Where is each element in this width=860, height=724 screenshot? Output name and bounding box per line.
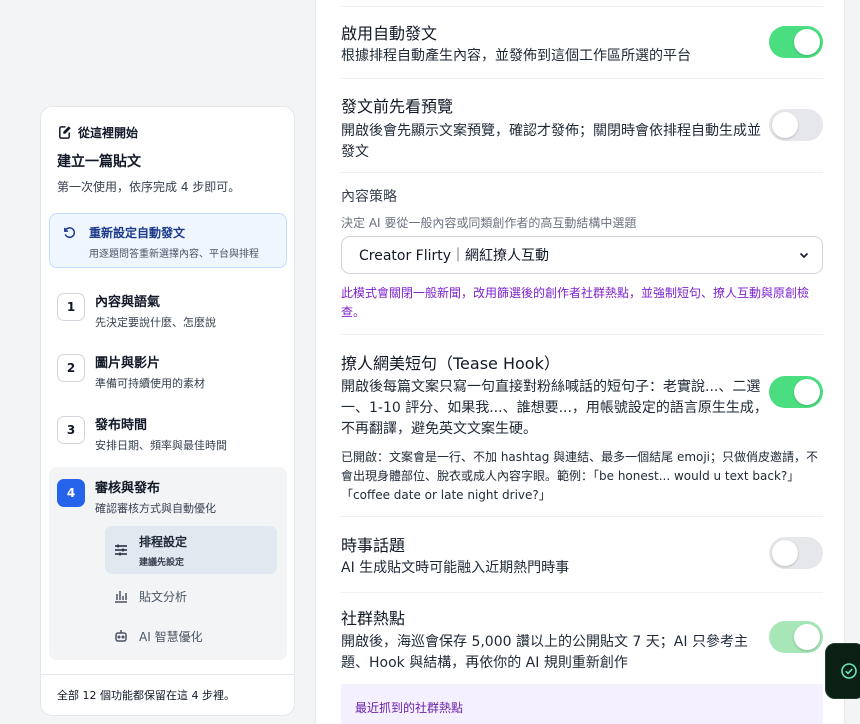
setting-desc: 開啟後每篇文案只寫一句直接對粉絲喊話的短句子：老實說...、二選一、1-10 評… xyxy=(341,379,768,437)
subitem-title: 排程設定 xyxy=(139,534,188,549)
check-circle-icon xyxy=(841,663,857,679)
setting-desc: AI 生成貼文時可能融入近期熱門時事 xyxy=(341,560,570,576)
subitem-title: AI 智慧優化 xyxy=(139,629,203,644)
step-desc: 安排日期、頻率與最佳時間 xyxy=(95,439,227,452)
subitem-schedule-settings[interactable]: 排程設定 建議先設定 xyxy=(105,526,277,574)
strategy-sub: 決定 AI 要從一般內容或同類創作者的高互動結構中選題 xyxy=(341,216,637,230)
divider xyxy=(341,592,823,593)
step-desc: 準備可持續使用的素材 xyxy=(95,377,205,390)
robot-icon xyxy=(115,630,127,642)
divider xyxy=(341,6,823,7)
onboarding-card: 從這裡開始 建立一篇貼文 第一次使用，依序完成 4 步即可。 重新設定自動發文 … xyxy=(40,106,295,716)
step-title: 圖片與影片 xyxy=(95,356,161,371)
onboarding-footer: 全部 12 個功能都保留在這 4 步裡。 xyxy=(41,674,294,715)
preview-toggle[interactable] xyxy=(769,109,823,141)
edit-doc-icon xyxy=(59,126,71,139)
reset-icon xyxy=(64,227,76,239)
page-subtitle: 第一次使用，依序完成 4 步即可。 xyxy=(57,180,241,194)
setting-auto-post: 啟用自動發文 根據排程自動產生內容，並發佈到這個工作區所選的平台 xyxy=(341,20,823,67)
setting-title: 發文前先看預覽 xyxy=(341,97,454,116)
setting-strategy: 內容策略 決定 AI 要從一般內容或同類創作者的高互動結構中選題 xyxy=(341,186,823,231)
setting-social-hot: 社群熱點 開啟後，海巡會保存 5,000 讚以上的公開貼文 7 天；AI 只參考… xyxy=(341,605,823,674)
divider xyxy=(341,172,823,173)
divider xyxy=(341,516,823,517)
reset-desc: 用逐題問答重新選擇內容、平台與排程 xyxy=(89,249,259,260)
subitem-title: 貼文分析 xyxy=(139,589,188,604)
reset-auto-post-button[interactable]: 重新設定自動發文 用逐題問答重新選擇內容、平台與排程 xyxy=(49,213,287,268)
setting-preview: 發文前先看預覽 開啟後會先顯示文案預覽，確認才發佈；關閉時會依排程自動生成並發文 xyxy=(341,93,823,163)
recent-hot-label: 最近抓到的社群熱點 xyxy=(355,701,464,715)
sliders-icon xyxy=(115,544,127,556)
step-title: 內容與語氣 xyxy=(95,295,161,310)
divider xyxy=(341,78,823,79)
strategy-note: 此模式會關閉一般新聞，改用篩選後的創作者社群熱點，並強制短句、撩人互動與原創檢查… xyxy=(341,286,810,319)
subitem-ai-optimize[interactable]: AI 智慧優化 xyxy=(105,612,277,660)
floating-action-button[interactable] xyxy=(825,643,860,699)
start-here-text: 從這裡開始 xyxy=(78,126,139,140)
divider xyxy=(341,334,823,335)
setting-title: 時事話題 xyxy=(341,536,406,555)
setting-title: 撩人網美短句（Tease Hook） xyxy=(341,354,560,373)
setting-desc: 開啟後會先顯示文案預覽，確認才發佈；關閉時會依排程自動生成並發文 xyxy=(341,123,761,160)
setting-tease-hook: 撩人網美短句（Tease Hook） 開啟後每篇文案只寫一句直接對粉絲喊話的短句… xyxy=(341,350,823,505)
auto-post-toggle[interactable] xyxy=(769,26,823,58)
step-media[interactable]: 2 圖片與影片 準備可持續使用的素材 xyxy=(57,352,282,391)
step-schedule[interactable]: 3 發布時間 安排日期、頻率與最佳時間 xyxy=(57,414,282,453)
setting-title: 啟用自動發文 xyxy=(341,24,438,43)
strategy-select[interactable]: Creator Flirty｜網紅撩人互動 xyxy=(341,236,823,274)
step-number: 1 xyxy=(57,293,85,321)
step-review-publish[interactable]: 4 審核與發布 確認審核方式與自動優化 xyxy=(57,477,282,516)
settings-panel: 啟用自動發文 根據排程自動產生內容，並發佈到這個工作區所選的平台 發文前先看預覽… xyxy=(315,0,845,724)
step-title: 發布時間 xyxy=(95,418,148,433)
recent-hot-panel: 最近抓到的社群熱點 xyxy=(341,684,823,724)
step-desc: 確認審核方式與自動優化 xyxy=(95,502,216,515)
setting-news: 時事話題 AI 生成貼文時可能融入近期熱門時事 xyxy=(341,532,823,579)
page-title: 建立一篇貼文 xyxy=(57,154,141,170)
subitem-badge: 建議先設定 xyxy=(139,557,185,568)
step-title: 審核與發布 xyxy=(95,481,161,496)
tease-hook-toggle[interactable] xyxy=(769,376,823,408)
step-desc: 先決定要說什麼、怎麼說 xyxy=(95,316,216,329)
news-toggle[interactable] xyxy=(769,537,823,569)
step-content-tone[interactable]: 1 內容與語氣 先決定要說什麼、怎麼說 xyxy=(57,291,282,330)
step-number: 4 xyxy=(57,479,85,507)
bar-chart-icon xyxy=(115,591,127,603)
step-number: 2 xyxy=(57,354,85,382)
strategy-label: 內容策略 xyxy=(341,189,397,205)
tease-hook-note: 已開啟：文案會是一行、不加 hashtag 與連結、最多一個結尾 emoji；只… xyxy=(341,450,819,502)
reset-title: 重新設定自動發文 xyxy=(89,226,186,240)
setting-desc: 開啟後，海巡會保存 5,000 讚以上的公開貼文 7 天；AI 只參考主題、Ho… xyxy=(341,634,748,671)
setting-desc: 根據排程自動產生內容，並發佈到這個工作區所選的平台 xyxy=(341,48,691,64)
start-here-label: 從這裡開始 xyxy=(57,124,278,141)
social-hot-toggle[interactable] xyxy=(769,621,823,653)
onboarding-header: 從這裡開始 建立一篇貼文 第一次使用，依序完成 4 步即可。 xyxy=(41,107,294,207)
strategy-selected: Creator Flirty｜網紅撩人互動 xyxy=(359,248,550,264)
step-number: 3 xyxy=(57,416,85,444)
setting-title: 社群熱點 xyxy=(341,609,406,628)
chevron-down-icon xyxy=(799,252,809,259)
